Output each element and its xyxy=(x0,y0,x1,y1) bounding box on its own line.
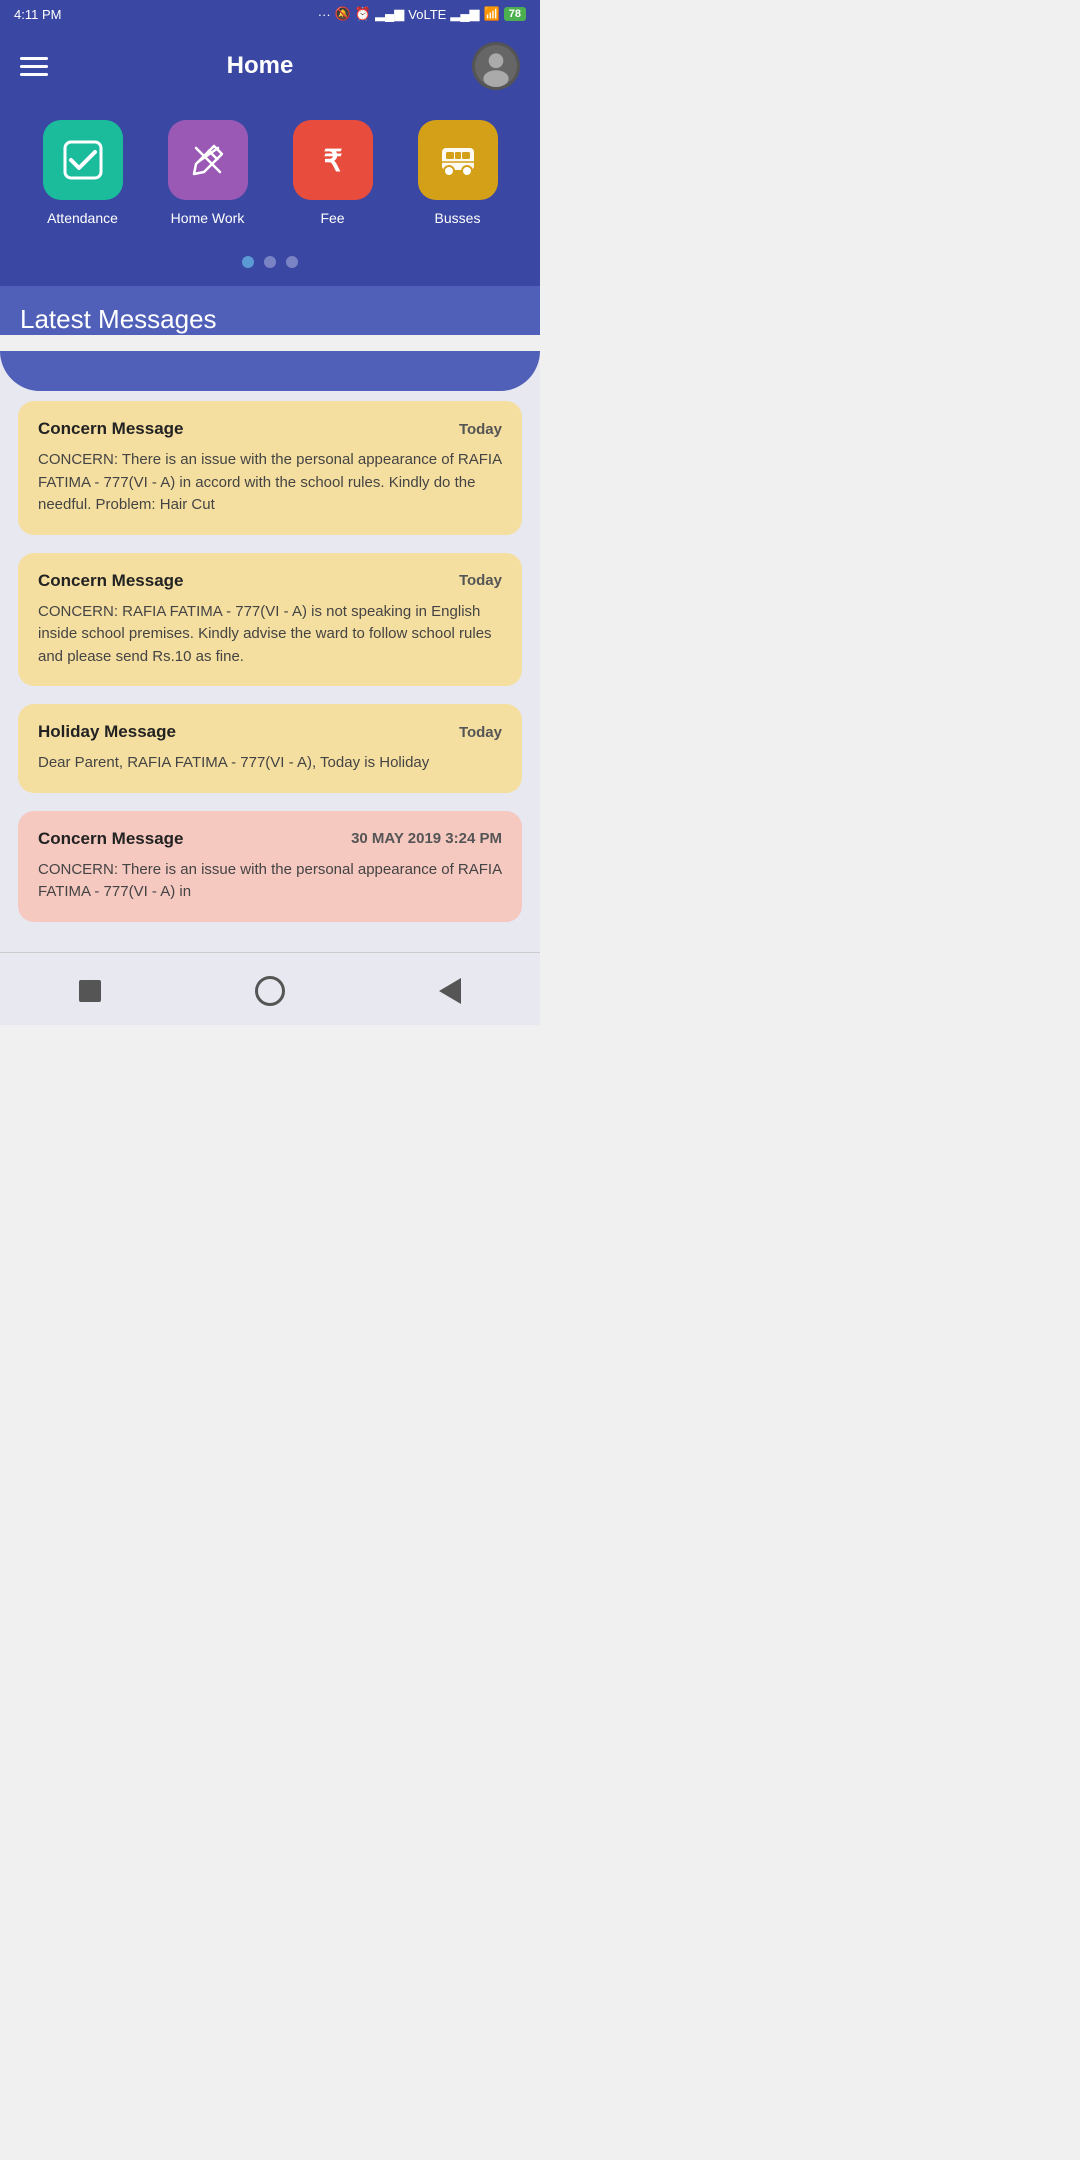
card-time-1: Today xyxy=(459,421,502,438)
status-icons: ··· 🔕 ⏰ ▂▄▆ VoLTE ▂▄▆ 📶 78 xyxy=(318,6,526,22)
attendance-item[interactable]: Attendance xyxy=(43,120,123,226)
battery-indicator: 78 xyxy=(504,7,526,21)
card-body-1: CONCERN: There is an issue with the pers… xyxy=(38,449,502,517)
nav-home-button[interactable] xyxy=(248,969,292,1013)
status-time: 4:11 PM xyxy=(14,7,61,22)
dot-3[interactable] xyxy=(286,256,298,268)
hamburger-line-3 xyxy=(20,73,48,76)
fee-icon-box: ₹ xyxy=(293,120,373,200)
svg-text:₹: ₹ xyxy=(323,145,342,178)
attendance-label: Attendance xyxy=(47,210,118,226)
triangle-icon xyxy=(439,978,461,1004)
app-header: Home xyxy=(0,28,540,110)
busses-item[interactable]: Busses xyxy=(418,120,498,226)
card-time-3: Today xyxy=(459,724,502,741)
card-title-3: Holiday Message xyxy=(38,722,176,742)
cards-area: Concern Message Today CONCERN: There is … xyxy=(0,351,540,952)
wave-decoration xyxy=(0,351,540,391)
page-title: Home xyxy=(227,52,294,80)
card-title-4: Concern Message xyxy=(38,829,184,849)
signal-dots: ··· xyxy=(318,7,331,22)
lte-icon: VoLTE xyxy=(408,7,446,22)
message-card-1[interactable]: Concern Message Today CONCERN: There is … xyxy=(18,401,522,535)
card-time-2: Today xyxy=(459,572,502,589)
dot-2[interactable] xyxy=(264,256,276,268)
signal-bars-2: ▂▄▆ xyxy=(450,6,479,22)
card-body-4: CONCERN: There is an issue with the pers… xyxy=(38,859,502,904)
status-bar: 4:11 PM ··· 🔕 ⏰ ▂▄▆ VoLTE ▂▄▆ 📶 78 xyxy=(0,0,540,28)
carousel-dots xyxy=(0,256,540,286)
hamburger-line-1 xyxy=(20,57,48,60)
card-body-2: CONCERN: RAFIA FATIMA - 777(VI - A) is n… xyxy=(38,601,502,669)
card-header-1: Concern Message Today xyxy=(38,419,502,439)
hamburger-line-2 xyxy=(20,65,48,68)
message-card-2[interactable]: Concern Message Today CONCERN: RAFIA FAT… xyxy=(18,553,522,687)
circle-icon xyxy=(255,976,285,1006)
card-header-3: Holiday Message Today xyxy=(38,722,502,742)
message-card-4[interactable]: Concern Message 30 MAY 2019 3:24 PM CONC… xyxy=(18,811,522,922)
attendance-icon-box xyxy=(43,120,123,200)
dot-1[interactable] xyxy=(242,256,254,268)
card-time-4: 30 MAY 2019 3:24 PM xyxy=(351,830,502,847)
icon-grid: Attendance Home Work ₹ Fee xyxy=(0,110,540,256)
cards-container: Concern Message Today CONCERN: There is … xyxy=(0,391,540,932)
message-card-3[interactable]: Holiday Message Today Dear Parent, RAFIA… xyxy=(18,704,522,793)
messages-title: Latest Messages xyxy=(20,304,520,335)
homework-icon-box xyxy=(168,120,248,200)
card-body-3: Dear Parent, RAFIA FATIMA - 777(VI - A),… xyxy=(38,752,502,775)
card-title-1: Concern Message xyxy=(38,419,184,439)
messages-section-header: Latest Messages xyxy=(0,286,540,335)
busses-label: Busses xyxy=(435,210,481,226)
busses-icon-box xyxy=(418,120,498,200)
nav-back-button[interactable] xyxy=(428,969,472,1013)
nav-square-button[interactable] xyxy=(68,969,112,1013)
fee-item[interactable]: ₹ Fee xyxy=(293,120,373,226)
fee-label: Fee xyxy=(320,210,344,226)
card-header-4: Concern Message 30 MAY 2019 3:24 PM xyxy=(38,829,502,849)
wifi-icon: 📶 xyxy=(484,6,500,22)
navigation-bar xyxy=(0,952,540,1025)
avatar[interactable] xyxy=(472,42,520,90)
square-icon xyxy=(79,980,101,1002)
card-title-2: Concern Message xyxy=(38,571,184,591)
alarm-icon: ⏰ xyxy=(355,6,371,22)
card-header-2: Concern Message Today xyxy=(38,571,502,591)
signal-bars: ▂▄▆ xyxy=(375,6,404,22)
mute-icon: 🔕 xyxy=(335,6,351,22)
hamburger-menu[interactable] xyxy=(20,57,48,76)
homework-label: Home Work xyxy=(171,210,245,226)
homework-item[interactable]: Home Work xyxy=(168,120,248,226)
